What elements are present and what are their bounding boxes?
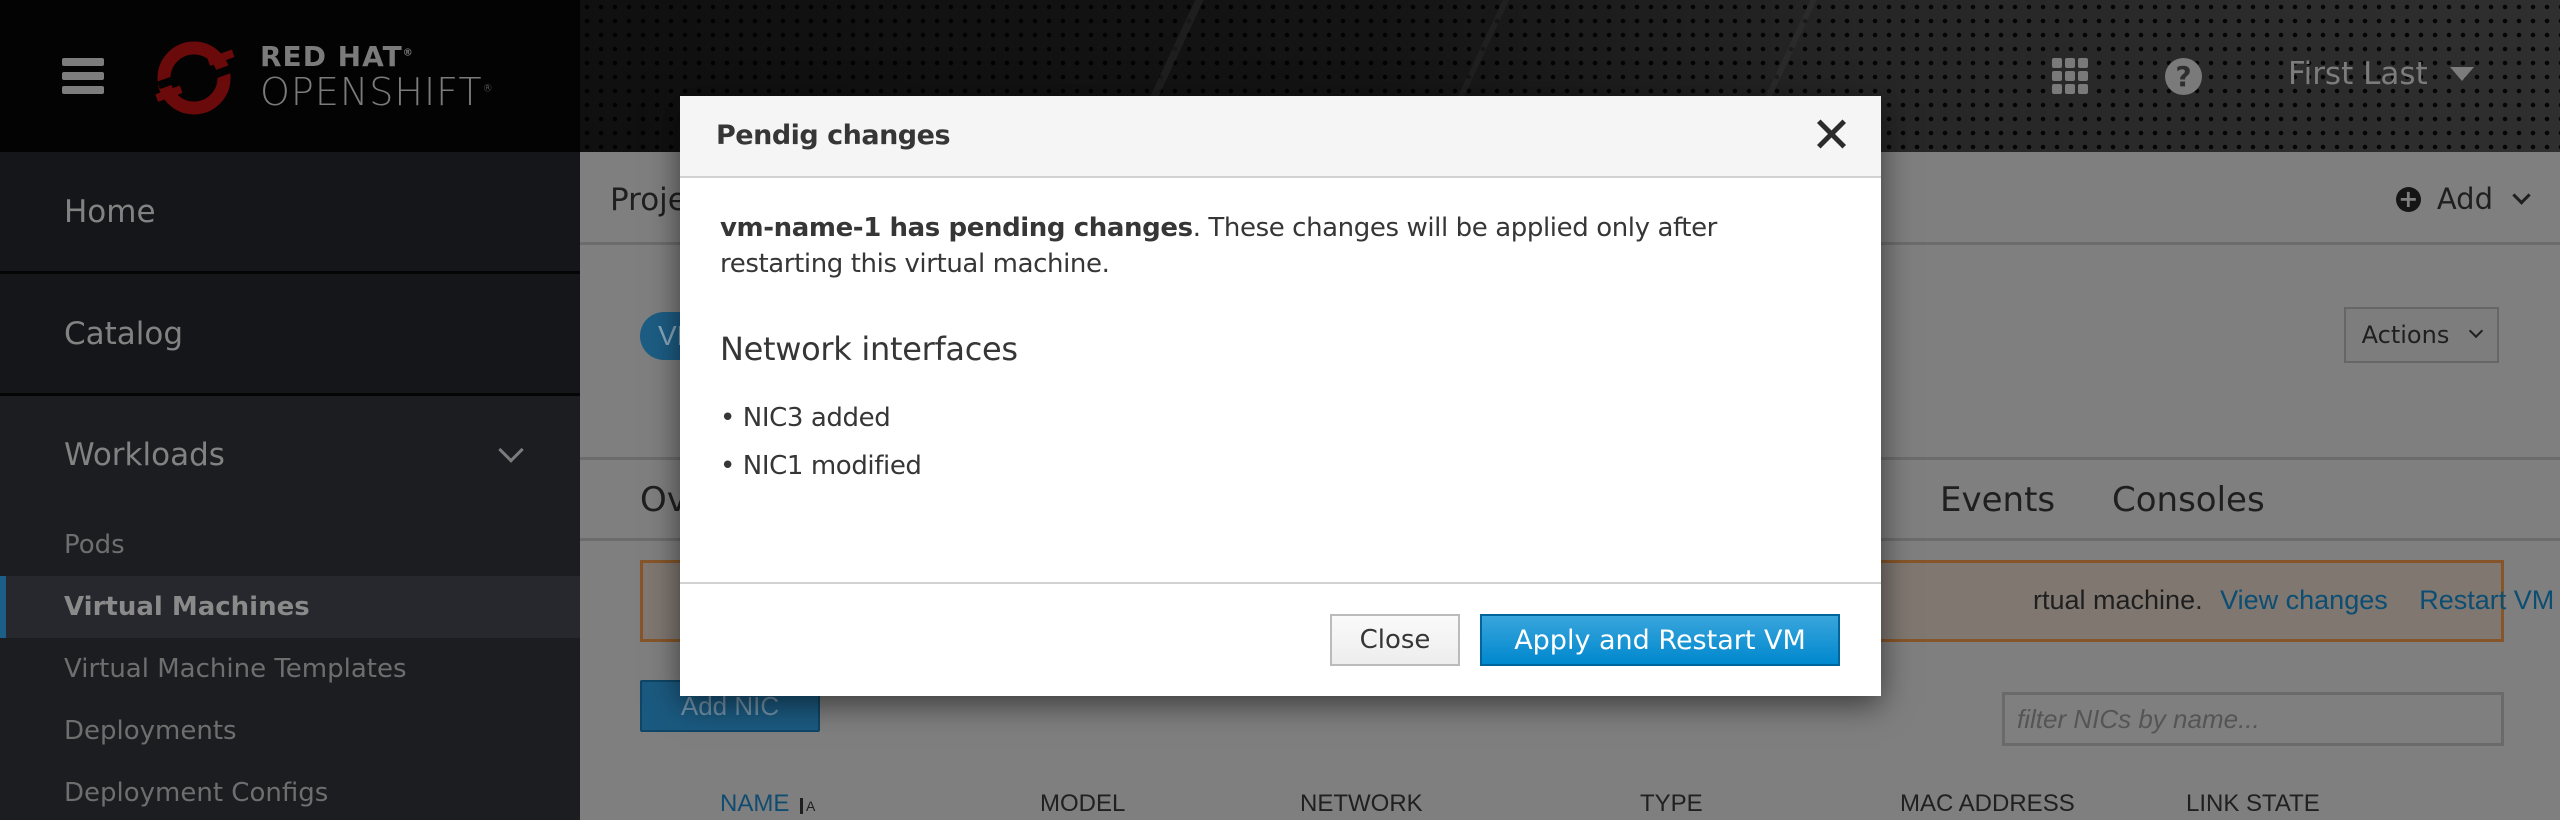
add-menu[interactable]: + Add <box>2395 182 2531 216</box>
sidebar-item-deployment-configs[interactable]: Deployment Configs <box>0 762 580 820</box>
help-icon[interactable]: ? <box>2165 58 2202 95</box>
sidebar-section-label: Workloads <box>64 437 225 473</box>
column-header-type[interactable]: TYPE <box>1640 790 1703 818</box>
caret-down-icon <box>2449 67 2474 81</box>
sidebar-item-label: Catalog <box>64 315 184 352</box>
restart-vm-link[interactable]: Restart VM <box>2419 585 2554 615</box>
actions-dropdown[interactable]: Actions <box>2344 307 2499 363</box>
change-item: • NIC3 added <box>720 403 891 433</box>
user-menu[interactable]: First Last <box>2288 56 2474 92</box>
close-icon[interactable] <box>1811 114 1851 154</box>
modal-body: vm-name-1 has pending changes. These cha… <box>680 178 1881 492</box>
modal-footer: Close Apply and Restart VM <box>680 582 1881 696</box>
add-menu-label: Add <box>2436 182 2493 216</box>
brand-line1: RED HAT <box>260 40 403 73</box>
tab-consoles[interactable]: Consoles <box>2112 480 2265 520</box>
pending-changes-modal: Pendig changes vm-name-1 has pending cha… <box>680 96 1881 696</box>
column-header-link-state[interactable]: LINK STATE <box>2186 790 2320 818</box>
column-header-network[interactable]: NETWORK <box>1300 790 1423 818</box>
sidebar-item-catalog[interactable]: Catalog <box>0 274 580 396</box>
sidebar-item-label: Virtual Machine Templates <box>64 654 407 684</box>
sidebar-item-label: Home <box>64 193 156 230</box>
column-header-name[interactable]: NAME A <box>720 790 816 818</box>
vm-pending-notice: vm-name-1 has pending changes <box>720 213 1193 243</box>
sort-alpha-icon: A <box>800 798 816 814</box>
sidebar-item-label: Virtual Machines <box>64 592 310 622</box>
actions-label: Actions <box>2361 321 2450 349</box>
openshift-logo-icon <box>155 41 235 115</box>
change-item: • NIC1 modified <box>720 451 922 481</box>
registered-mark: ® <box>482 83 494 95</box>
user-name: First Last <box>2288 56 2428 92</box>
hamburger-menu-icon[interactable] <box>62 58 104 94</box>
openshift-logo[interactable]: RED HAT® OPENSHIFT® <box>150 34 494 120</box>
change-list: • NIC3 added • NIC1 modified <box>720 396 1841 492</box>
column-header-model[interactable]: MODEL <box>1040 790 1125 818</box>
plus-circle-icon: + <box>2395 186 2421 212</box>
sidebar-item-label: Pods <box>64 530 125 560</box>
sidebar-section-workloads[interactable]: Workloads <box>0 396 580 514</box>
modal-message: vm-name-1 has pending changes. These cha… <box>720 210 1841 282</box>
filter-nics-input[interactable] <box>2002 692 2504 746</box>
apply-and-restart-button[interactable]: Apply and Restart VM <box>1480 614 1840 666</box>
modal-title: Pendig changes <box>716 120 951 151</box>
sidebar-item-label: Deployment Configs <box>64 778 329 808</box>
chevron-down-icon <box>2512 185 2531 205</box>
sidebar: Home Catalog Workloads Pods Virtual Mach… <box>0 152 580 820</box>
chevron-down-icon <box>2469 323 2484 339</box>
sidebar-item-pods[interactable]: Pods <box>0 514 580 576</box>
sidebar-item-label: Deployments <box>64 716 237 746</box>
registered-mark: ® <box>402 47 414 59</box>
sidebar-item-virtual-machine-templates[interactable]: Virtual Machine Templates <box>0 638 580 700</box>
modal-header: Pendig changes <box>680 96 1881 178</box>
alert-text: rtual machine. <box>2033 585 2203 615</box>
brand-text: RED HAT® OPENSHIFT® <box>260 40 494 114</box>
app-launcher-grid-icon[interactable] <box>2052 58 2088 94</box>
view-changes-link[interactable]: View changes <box>2220 585 2388 615</box>
network-interfaces-heading: Network interfaces <box>720 330 1018 368</box>
tab-events[interactable]: Events <box>1940 480 2055 520</box>
sidebar-item-home[interactable]: Home <box>0 152 580 274</box>
sidebar-item-virtual-machines[interactable]: Virtual Machines <box>0 576 580 638</box>
column-header-label: NAME <box>720 790 790 817</box>
alert-message: rtual machine. View changes Restart VM <box>2033 585 2554 616</box>
sidebar-item-deployments[interactable]: Deployments <box>0 700 580 762</box>
project-selector[interactable]: Proje <box>610 182 687 218</box>
brand-line2: OPENSHIFT <box>260 70 483 114</box>
close-button[interactable]: Close <box>1330 614 1460 666</box>
column-header-mac-address[interactable]: MAC ADDRESS <box>1900 790 2075 818</box>
chevron-down-icon <box>498 437 524 463</box>
